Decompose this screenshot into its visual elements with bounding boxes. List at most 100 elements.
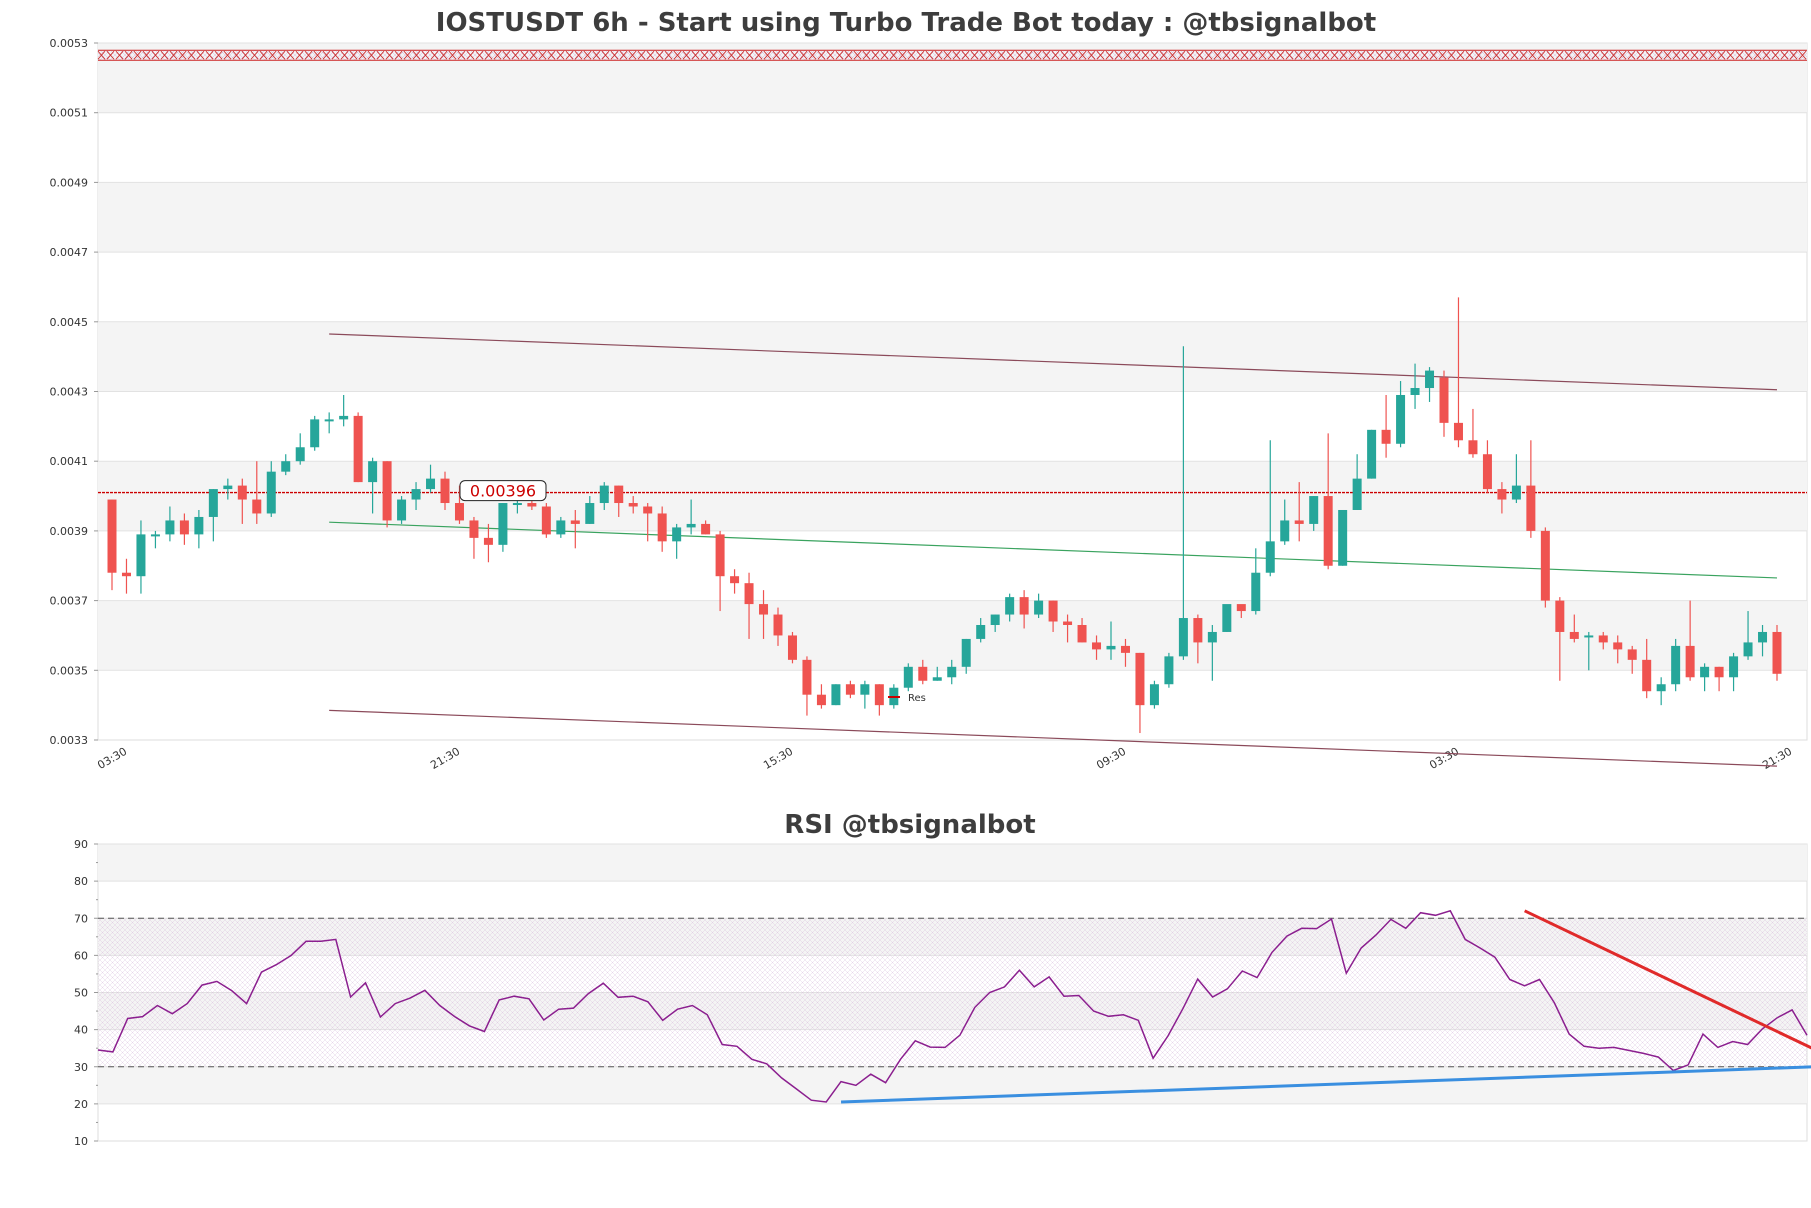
candle-body — [657, 513, 667, 542]
candle — [541, 503, 551, 538]
candle-body — [1381, 429, 1391, 444]
candle — [353, 412, 363, 483]
rsi-y-axis: 90 80 70 60 50 40 30 20 10 — [74, 838, 98, 1148]
price-grid-band — [98, 600, 1807, 671]
candle-body — [1135, 652, 1145, 706]
candle-body — [179, 520, 189, 535]
price-x-tick-label: 15:30 — [761, 745, 795, 772]
candle-body — [773, 614, 783, 636]
candle-body — [411, 489, 421, 500]
candle-body — [816, 694, 826, 706]
candle-body — [628, 503, 638, 507]
candle — [397, 496, 407, 524]
candle-body — [802, 659, 812, 695]
price-x-tick-label: 21:30 — [428, 745, 462, 772]
candle-body — [1106, 645, 1116, 650]
candle-body — [1569, 631, 1579, 639]
price-y-tick-label: 0.0047 — [50, 246, 89, 259]
current-price-text: 0.00396 — [470, 482, 536, 501]
candle-body — [527, 503, 537, 507]
candle-body — [1251, 572, 1261, 612]
candle-body — [324, 419, 334, 422]
candle-body — [1338, 509, 1348, 566]
candle-body — [136, 534, 146, 577]
candle — [1222, 604, 1232, 632]
candle-body — [1700, 666, 1710, 678]
candle — [1671, 638, 1681, 692]
candle-body — [686, 523, 696, 528]
candle-body — [643, 506, 653, 514]
candle-body — [397, 499, 407, 521]
candle-body — [1425, 370, 1435, 389]
price-x-tick-label: 03:30 — [95, 745, 129, 772]
candle-body — [1193, 618, 1203, 643]
candle-body — [1627, 649, 1637, 660]
candle-body — [744, 583, 754, 605]
candle-body — [787, 635, 797, 660]
rsi-y-tick-label: 10 — [74, 1135, 88, 1148]
candle-body — [208, 489, 218, 517]
candle-body — [382, 461, 392, 521]
price-y-tick-label: 0.0035 — [50, 664, 89, 677]
candle — [1540, 527, 1550, 608]
candle-body — [1482, 454, 1492, 490]
chart-canvas: IOSTUSDT 6h - Start using Turbo Trade Bo… — [50, 8, 1811, 1148]
candle-body — [1714, 666, 1724, 678]
candle-body — [1526, 485, 1536, 531]
candle-body — [1120, 645, 1130, 653]
price-y-axis: 0.0053 0.0051 0.0049 0.0047 0.0045 0.0043 0.00… — [50, 37, 98, 747]
candle — [1338, 509, 1348, 566]
candle-body — [541, 506, 551, 535]
candle-body — [1265, 541, 1275, 573]
candle-body — [701, 523, 711, 535]
rsi-chart-title: RSI @tbsignalbot — [784, 810, 1035, 840]
candle — [310, 415, 320, 451]
price-chart-bands — [97, 42, 1808, 741]
candle-body — [252, 499, 262, 514]
price-x-tick-label: 09:30 — [1094, 745, 1128, 772]
candle-body — [512, 503, 522, 506]
candle-body — [469, 520, 479, 538]
candle-body — [1497, 489, 1507, 500]
candle-body — [1005, 597, 1015, 615]
candle-body — [310, 419, 320, 448]
candle-body — [1758, 631, 1768, 643]
candle-body — [121, 572, 131, 577]
candle-body — [918, 666, 928, 681]
candle-body — [730, 576, 740, 584]
candle-body — [107, 499, 117, 573]
candle — [787, 631, 797, 664]
candle-body — [1613, 642, 1623, 650]
candle — [903, 663, 913, 692]
rsi-y-tick-label: 50 — [74, 987, 88, 1000]
candle-body — [1511, 485, 1521, 500]
candle-body — [1367, 429, 1377, 479]
candle — [1149, 680, 1159, 709]
candle-body — [1178, 618, 1188, 657]
candle-body — [1729, 656, 1739, 678]
candle-body — [1410, 388, 1420, 395]
candle-body — [1772, 631, 1782, 674]
price-y-tick-label: 0.0043 — [50, 386, 89, 399]
candle-body — [1048, 600, 1058, 622]
candle-body — [194, 516, 204, 535]
candle-body — [976, 624, 986, 639]
price-chart-title: IOSTUSDT 6h - Start using Turbo Trade Bo… — [436, 8, 1376, 38]
legend-res-label: Res — [908, 693, 926, 704]
candle — [498, 503, 508, 552]
candle-body — [426, 478, 436, 490]
candle-body — [1034, 600, 1044, 615]
candle-body — [1642, 659, 1652, 692]
candle-body — [932, 677, 942, 681]
candle-body — [874, 684, 884, 706]
candle-body — [1540, 530, 1550, 601]
candle-body — [947, 666, 957, 678]
candle-body — [1671, 645, 1681, 685]
candle — [382, 461, 392, 528]
candle-body — [368, 461, 378, 483]
candle-body — [1743, 642, 1753, 657]
candle-body — [1280, 520, 1290, 542]
candle-body — [295, 447, 305, 462]
candle-body — [599, 485, 609, 504]
price-y-tick-label: 0.0039 — [50, 525, 89, 538]
